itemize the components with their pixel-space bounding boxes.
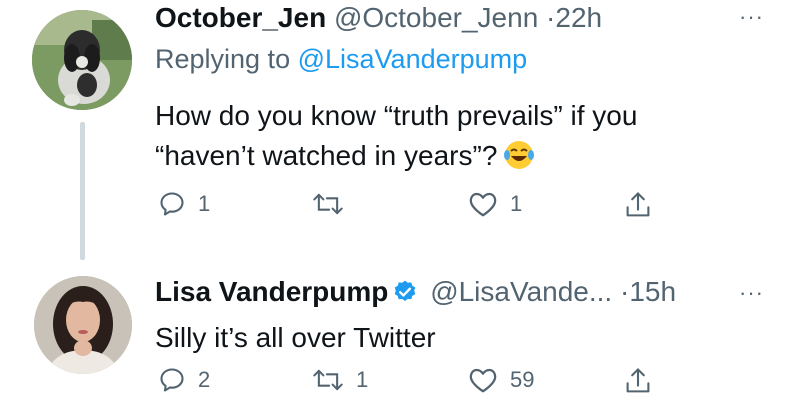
more-options-icon[interactable]: ··· <box>739 280 764 306</box>
replying-to-label: Replying to <box>155 44 291 74</box>
reply-count: 1 <box>198 191 211 216</box>
display-name[interactable]: October_Jen <box>155 2 326 33</box>
reply-button[interactable]: 2 <box>158 366 210 394</box>
tweet-text-line: Silly it’s all over Twitter <box>155 322 436 353</box>
tweet-text-line: “haven’t watched in years”? <box>155 136 637 182</box>
timestamp[interactable]: 15h <box>629 276 676 307</box>
share-button[interactable] <box>624 366 652 396</box>
reply-count: 2 <box>198 367 211 392</box>
dog-avatar-image <box>32 10 132 110</box>
tweet[interactable]: October_Jen @October_Jenn ·22h ··· Reply… <box>0 0 800 260</box>
separator-dot: · <box>546 2 556 33</box>
more-options-icon[interactable]: ··· <box>739 4 764 30</box>
tweet-actions: 2 1 59 <box>0 366 800 406</box>
reply-button[interactable]: 1 <box>158 190 210 218</box>
handle[interactable]: @LisaVande... <box>430 276 612 307</box>
laughing-emoji-icon <box>503 139 535 182</box>
like-button[interactable]: 1 <box>468 190 522 218</box>
retweet-button[interactable]: 1 <box>312 366 368 394</box>
tweet-header: October_Jen @October_Jenn ·22h <box>155 2 602 34</box>
share-icon <box>626 192 650 217</box>
replying-to: Replying to @LisaVanderpump <box>155 44 527 75</box>
retweet-icon <box>313 369 343 391</box>
tweet[interactable]: Lisa Vanderpump @LisaVande... ·15h ··· S… <box>0 258 800 406</box>
separator-dot: · <box>619 276 630 307</box>
retweet-count: 1 <box>356 367 369 392</box>
woman-avatar-image <box>34 276 132 374</box>
retweet-button[interactable] <box>312 190 356 218</box>
share-button[interactable] <box>624 190 652 220</box>
tweet-text: How do you know “truth prevails” if you … <box>155 96 637 182</box>
verified-badge-icon <box>392 279 418 312</box>
tweet-text: Silly it’s all over Twitter <box>155 318 436 358</box>
share-icon <box>626 368 650 393</box>
tweet-header: Lisa Vanderpump @LisaVande... ·15h <box>155 276 676 312</box>
display-name[interactable]: Lisa Vanderpump <box>155 276 388 307</box>
tweet-actions: 1 1 <box>0 190 800 230</box>
avatar[interactable] <box>32 10 132 110</box>
avatar[interactable] <box>34 276 132 374</box>
retweet-icon <box>313 193 343 215</box>
heart-icon <box>469 192 497 217</box>
like-count: 1 <box>510 191 523 216</box>
heart-icon <box>469 368 497 393</box>
tweet-text-line: How do you know “truth prevails” if you <box>155 100 638 131</box>
mention-link[interactable]: @LisaVanderpump <box>298 44 528 74</box>
reply-icon <box>160 192 184 216</box>
handle[interactable]: @October_Jenn <box>334 2 538 33</box>
like-count: 59 <box>510 367 535 392</box>
tweet-text-line-content: “haven’t watched in years”? <box>155 140 498 171</box>
like-button[interactable]: 59 <box>468 366 534 394</box>
reply-icon <box>160 368 184 392</box>
timestamp[interactable]: 22h <box>555 2 602 33</box>
